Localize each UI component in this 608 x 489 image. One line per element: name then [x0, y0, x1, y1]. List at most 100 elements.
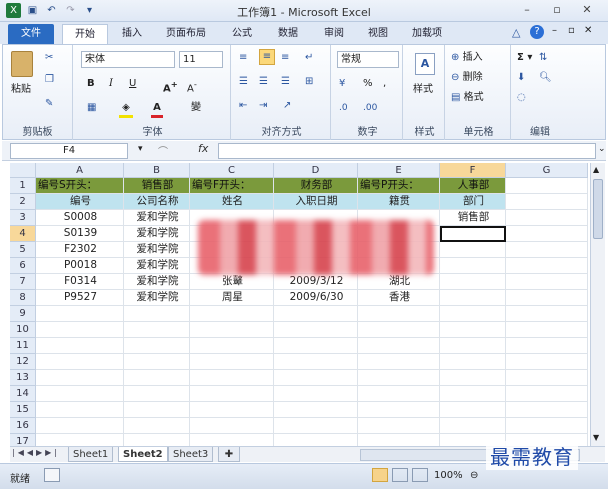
cell-e12[interactable]	[358, 354, 440, 370]
format-cells-button[interactable]: ▤ 格式	[451, 91, 484, 105]
active-cell-f4[interactable]	[440, 226, 506, 242]
cell-a7[interactable]: F0314	[36, 274, 124, 290]
cell-g4[interactable]	[506, 226, 588, 242]
tab-insert[interactable]: 插入	[116, 24, 148, 44]
cell-b12[interactable]	[124, 354, 190, 370]
sheet-tab-2[interactable]: Sheet2	[118, 447, 168, 462]
cell-c16[interactable]	[190, 418, 274, 434]
row-header-3[interactable]: 3	[10, 210, 36, 226]
paste-button[interactable]: 粘贴	[11, 83, 31, 97]
cell-a8[interactable]: P9527	[36, 290, 124, 306]
ribbon-minimize-icon[interactable]: △	[512, 26, 520, 39]
cell-d2[interactable]: 入职日期	[274, 194, 358, 210]
borders-icon[interactable]: ▦	[87, 101, 96, 115]
cut-icon[interactable]: ✂	[45, 51, 53, 65]
cell-f11[interactable]	[440, 338, 506, 354]
cell-a4[interactable]: S0139	[36, 226, 124, 242]
cell-g6[interactable]	[506, 258, 588, 274]
spreadsheet-grid[interactable]: A B C D E F G 1 编号S开头： 销售部 编号F开头： 财务部 编号P开头： 人事部 2 编号 公司…	[10, 163, 588, 446]
cell-b13[interactable]	[124, 370, 190, 386]
zoom-level[interactable]: 100%	[434, 470, 463, 481]
cell-a14[interactable]	[36, 386, 124, 402]
paste-icon[interactable]	[11, 51, 33, 77]
cell-e17[interactable]	[358, 434, 440, 446]
cell-g15[interactable]	[506, 402, 588, 418]
cell-e9[interactable]	[358, 306, 440, 322]
cell-d7[interactable]: 2009/3/12	[274, 274, 358, 290]
cell-c2[interactable]: 姓名	[190, 194, 274, 210]
cell-b10[interactable]	[124, 322, 190, 338]
cell-g7[interactable]	[506, 274, 588, 290]
tab-page-layout[interactable]: 页面布局	[160, 24, 212, 44]
name-box[interactable]: F4	[10, 143, 128, 159]
cell-a15[interactable]	[36, 402, 124, 418]
cell-f12[interactable]	[440, 354, 506, 370]
cell-a17[interactable]	[36, 434, 124, 446]
cell-b15[interactable]	[124, 402, 190, 418]
cell-c17[interactable]	[190, 434, 274, 446]
align-left-icon[interactable]: ☰	[239, 75, 248, 89]
cell-g13[interactable]	[506, 370, 588, 386]
align-middle-icon[interactable]: ≡	[259, 49, 275, 65]
cell-a1[interactable]: 编号S开头：	[36, 178, 124, 194]
minimize-button[interactable]: –	[516, 2, 538, 19]
cell-e7[interactable]: 湖北	[358, 274, 440, 290]
sheet-tab-3[interactable]: Sheet3	[168, 447, 214, 462]
cell-a6[interactable]: P0018	[36, 258, 124, 274]
row-header-9[interactable]: 9	[10, 306, 36, 322]
cell-g8[interactable]	[506, 290, 588, 306]
cell-d16[interactable]	[274, 418, 358, 434]
row-header-17[interactable]: 17	[10, 434, 36, 446]
sheet-nav-arrows-icon[interactable]: |◀◀▶▶|	[12, 448, 60, 457]
align-bottom-icon[interactable]: ≡	[281, 51, 289, 65]
grow-font-icon[interactable]: A+	[163, 77, 178, 96]
cell-a13[interactable]	[36, 370, 124, 386]
new-sheet-icon[interactable]: ✚	[218, 447, 240, 462]
formula-input[interactable]	[218, 143, 596, 159]
select-all-corner[interactable]	[10, 163, 36, 178]
align-right-icon[interactable]: ☰	[281, 75, 290, 89]
workbook-close-icon[interactable]: ✕	[584, 25, 592, 36]
cell-b17[interactable]	[124, 434, 190, 446]
autosum-icon[interactable]: Σ ▾	[517, 51, 532, 65]
name-box-dropdown-icon[interactable]: ▾	[138, 144, 143, 154]
expand-formula-bar-icon[interactable]: ⌄	[598, 144, 606, 154]
cell-b5[interactable]: 爱和学院	[124, 242, 190, 258]
phonetic-icon[interactable]: 變	[191, 101, 201, 115]
cell-e1[interactable]: 编号P开头：	[358, 178, 440, 194]
cell-f16[interactable]	[440, 418, 506, 434]
cell-d14[interactable]	[274, 386, 358, 402]
decrease-indent-icon[interactable]: ⇤	[239, 99, 247, 113]
column-header-f[interactable]: F	[440, 163, 506, 178]
page-break-view-icon[interactable]	[412, 468, 428, 482]
workbook-minimize-icon[interactable]: –	[552, 25, 557, 36]
cell-c9[interactable]	[190, 306, 274, 322]
number-format-select[interactable]: 常规	[337, 51, 399, 68]
cell-a11[interactable]	[36, 338, 124, 354]
cell-c7[interactable]: 张鼙	[190, 274, 274, 290]
cell-d11[interactable]	[274, 338, 358, 354]
tab-review[interactable]: 审阅	[318, 24, 350, 44]
cell-a16[interactable]	[36, 418, 124, 434]
shrink-font-icon[interactable]: A-	[187, 77, 197, 96]
vertical-scrollbar[interactable]: ▲ ▼	[590, 163, 605, 446]
comma-icon[interactable]: ,	[383, 77, 386, 91]
cell-d12[interactable]	[274, 354, 358, 370]
delete-cells-button[interactable]: ⊖ 删除	[451, 71, 483, 85]
bold-icon[interactable]: B	[87, 77, 95, 91]
cell-g5[interactable]	[506, 242, 588, 258]
normal-view-icon[interactable]	[372, 468, 388, 482]
scroll-down-icon[interactable]: ▼	[593, 433, 599, 442]
cell-g14[interactable]	[506, 386, 588, 402]
cell-c8[interactable]: 周星	[190, 290, 274, 306]
cell-c10[interactable]	[190, 322, 274, 338]
sheet-tab-1[interactable]: Sheet1	[68, 447, 114, 462]
cell-g12[interactable]	[506, 354, 588, 370]
cell-e13[interactable]	[358, 370, 440, 386]
clear-icon[interactable]: ◌	[517, 91, 526, 105]
row-header-7[interactable]: 7	[10, 274, 36, 290]
cell-b4[interactable]: 爱和学院	[124, 226, 190, 242]
cell-b16[interactable]	[124, 418, 190, 434]
increase-indent-icon[interactable]: ⇥	[259, 99, 267, 113]
fill-icon[interactable]: ⬇	[517, 71, 525, 85]
